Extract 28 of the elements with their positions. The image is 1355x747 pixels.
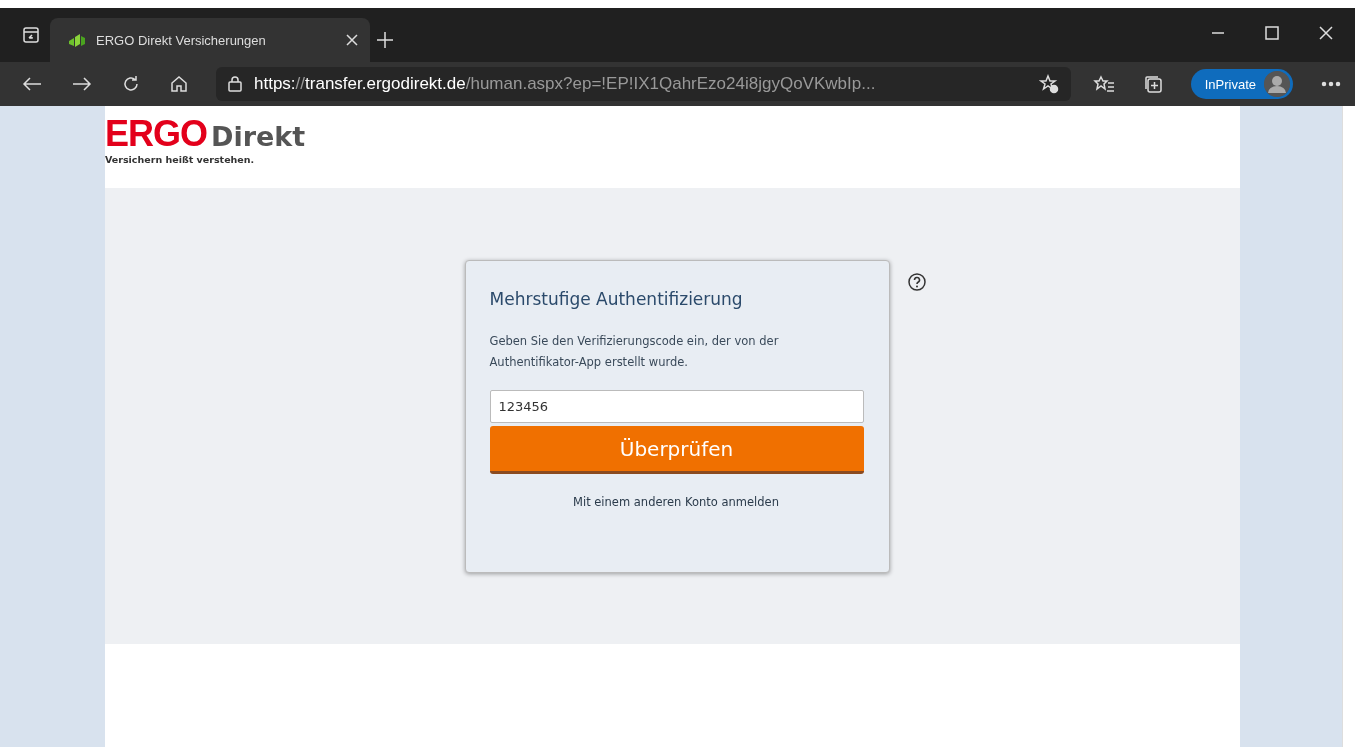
logo-tagline: Versichern heißt verstehen. xyxy=(105,154,256,165)
new-tab-icon[interactable] xyxy=(376,31,394,49)
tab-actions-icon[interactable] xyxy=(22,26,40,44)
site-icon xyxy=(68,32,86,48)
help-icon[interactable] xyxy=(907,273,926,291)
card-title: Mehrstufige Authentifizierung xyxy=(489,289,744,309)
collections-icon[interactable] xyxy=(1142,74,1163,94)
back-icon[interactable] xyxy=(22,76,42,92)
logo-wordmark: ERGO xyxy=(105,116,207,152)
favorites-icon[interactable] xyxy=(1092,75,1115,93)
code-field[interactable]: 123456 xyxy=(489,390,864,423)
inprivate-button[interactable]: InPrivate xyxy=(1190,69,1293,99)
more-icon[interactable] xyxy=(1321,81,1341,87)
star-add-icon[interactable] xyxy=(1038,74,1059,94)
instructions-text: Geben Sie den Verifizierungscode ein, der von der Authentifikator-App erstellt wurde. xyxy=(489,333,780,371)
lock-icon[interactable] xyxy=(228,76,242,92)
close-icon[interactable] xyxy=(346,34,358,46)
maximize-icon[interactable] xyxy=(1265,26,1279,40)
home-icon[interactable] xyxy=(170,75,188,93)
browser-tab[interactable]: ERGO Direkt Versicherungen xyxy=(50,18,370,62)
refresh-icon[interactable] xyxy=(122,75,140,93)
tab-title: ERGO Direkt Versicherungen xyxy=(96,32,267,48)
scrollbar[interactable] xyxy=(1342,106,1355,747)
switch-account-link[interactable]: Mit einem anderen Konto anmelden xyxy=(489,495,863,509)
close-icon[interactable] xyxy=(1319,26,1333,40)
avatar-icon xyxy=(1264,71,1290,97)
forward-icon[interactable] xyxy=(72,76,92,92)
logo-subtitle: Direkt xyxy=(211,123,306,150)
